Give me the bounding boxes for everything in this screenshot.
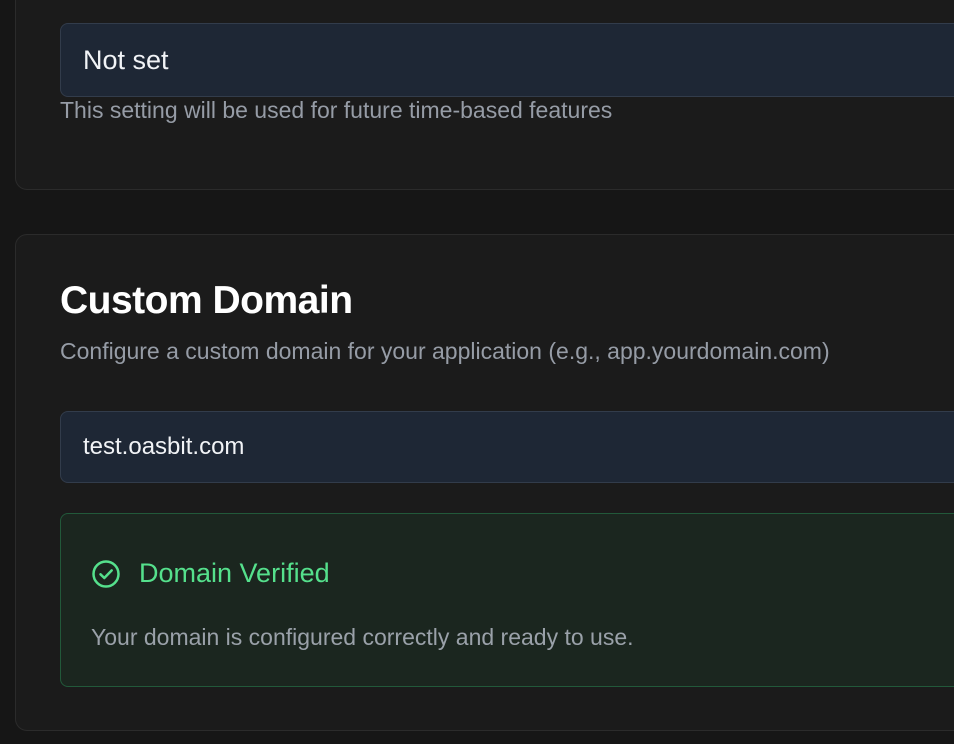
- custom-domain-input-value: test.oasbit.com: [83, 433, 245, 460]
- custom-domain-description: Configure a custom domain for your appli…: [60, 338, 830, 364]
- timezone-settings-card: Not set This setting will be used for fu…: [15, 0, 954, 190]
- custom-domain-input[interactable]: test.oasbit.com: [60, 411, 954, 483]
- domain-status-panel: Domain Verified Your domain is configure…: [60, 513, 954, 687]
- domain-status-header: Domain Verified: [91, 558, 330, 589]
- timezone-help-text: This setting will be used for future tim…: [60, 97, 613, 123]
- custom-domain-card: Custom Domain Configure a custom domain …: [15, 234, 954, 731]
- timezone-select[interactable]: Not set: [60, 23, 954, 97]
- domain-status-message: Your domain is configured correctly and …: [91, 624, 634, 650]
- check-circle-icon: [91, 559, 121, 589]
- domain-status-title: Domain Verified: [139, 558, 330, 588]
- custom-domain-title: Custom Domain: [60, 279, 353, 322]
- timezone-select-value: Not set: [83, 44, 169, 75]
